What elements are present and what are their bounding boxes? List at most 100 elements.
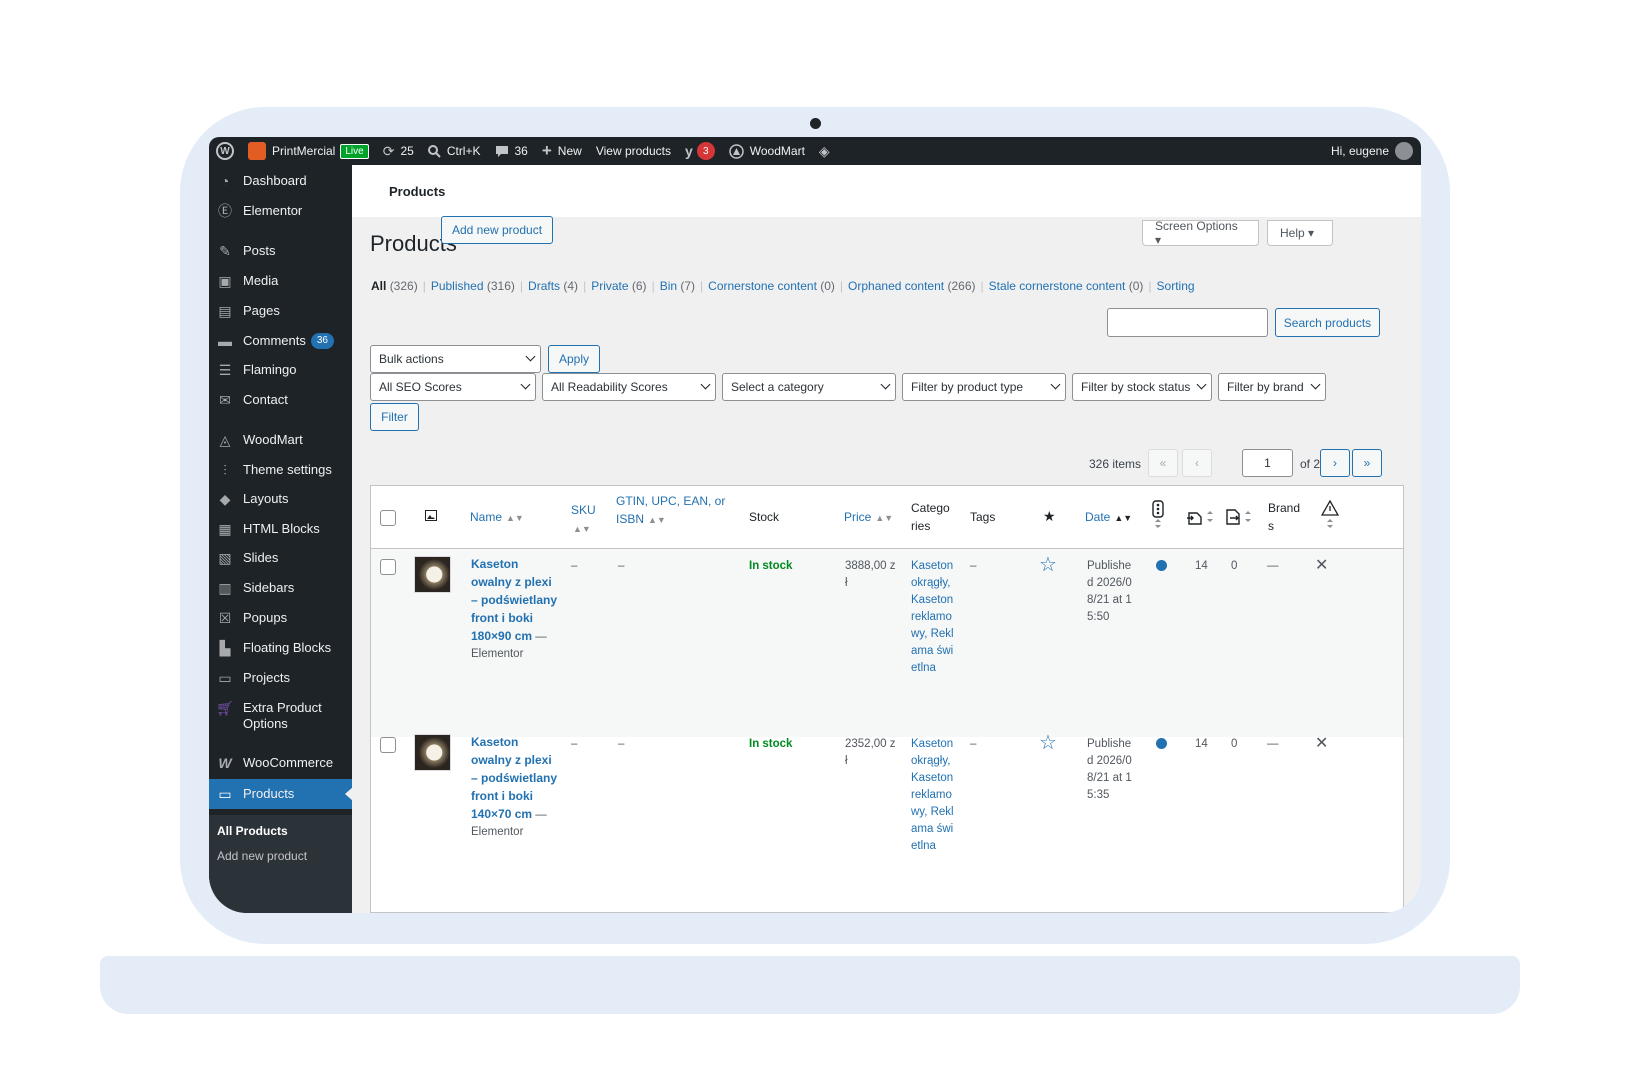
- sidebar-item-html-blocks[interactable]: ▦ HTML Blocks: [209, 521, 352, 537]
- site-name-menu[interactable]: PrintMercial Live: [241, 137, 376, 165]
- account-menu[interactable]: Hi, eugene: [1331, 137, 1413, 165]
- yoast-menu[interactable]: y 3: [678, 137, 722, 165]
- sidebar-item-elementor[interactable]: Ⓔ Elementor: [209, 203, 352, 219]
- product-thumbnail[interactable]: [414, 556, 451, 593]
- prev-page-button[interactable]: ‹: [1182, 449, 1212, 477]
- seo-score-dot: [1156, 738, 1167, 749]
- sidebar-item-label: Pages: [243, 303, 280, 318]
- sidebar-item-floating-blocks[interactable]: ▙ Floating Blocks: [209, 640, 352, 656]
- wp-logo-menu[interactable]: W: [209, 137, 241, 165]
- submenu-add-new-product[interactable]: Add new product: [217, 849, 307, 863]
- last-page-button[interactable]: »: [1352, 449, 1382, 477]
- sidebar-item-label: Elementor: [243, 203, 303, 218]
- sidebar-item-comments[interactable]: ▬ Comments 36: [209, 333, 352, 349]
- sidebar-item-contact[interactable]: ✉ Contact: [209, 392, 352, 408]
- seo-score-column-icon[interactable]: [1152, 500, 1164, 535]
- row-checkbox[interactable]: [380, 737, 396, 753]
- sidebar-item-label: Slides: [243, 550, 279, 565]
- outbound-links-column-icon[interactable]: [1224, 508, 1254, 531]
- warning-column-icon[interactable]: [1320, 499, 1340, 535]
- stock-status-filter[interactable]: Filter by stock status: [1072, 373, 1212, 401]
- comments-menu[interactable]: 36: [488, 137, 535, 165]
- search-input[interactable]: [1107, 308, 1268, 337]
- sidebar-item-posts[interactable]: ✎ Posts: [209, 243, 352, 259]
- screen-options-button[interactable]: Screen Options ▾: [1142, 219, 1259, 247]
- sidebar-item-theme-settings[interactable]: ⫶ Theme settings: [209, 462, 352, 478]
- column-date[interactable]: Date ▲▼: [1085, 508, 1132, 527]
- close-icon[interactable]: ✕: [1315, 733, 1328, 753]
- sidebar-item-label: HTML Blocks: [243, 521, 320, 536]
- updates-menu[interactable]: ⟳ 25: [376, 137, 421, 165]
- view-published[interactable]: Published: [431, 279, 484, 293]
- sidebar-item-layouts[interactable]: ◆ Layouts: [209, 491, 352, 507]
- pin-icon: ✎: [219, 243, 231, 259]
- column-sku[interactable]: SKU ▲▼: [571, 501, 597, 538]
- sidebar-item-media[interactable]: ▣ Media: [209, 273, 352, 289]
- sidebar-item-sidebars[interactable]: ▥ Sidebars: [209, 580, 352, 596]
- search-products-button[interactable]: Search products: [1275, 308, 1380, 337]
- filter-button[interactable]: Filter: [370, 403, 419, 431]
- add-new-product-button[interactable]: Add new product: [441, 216, 553, 244]
- view-orphaned[interactable]: Orphaned content: [848, 279, 944, 293]
- categories-cell[interactable]: Kaseton okrągły, Kaseton reklamowy, Rekl…: [911, 736, 955, 855]
- submenu-all-products[interactable]: All Products: [217, 824, 288, 838]
- sidebar-item-slides[interactable]: ▧ Slides: [209, 550, 352, 566]
- sidebar-item-flamingo[interactable]: ☰ Flamingo: [209, 362, 352, 378]
- select-all-checkbox[interactable]: [380, 510, 396, 526]
- view-bin[interactable]: Bin: [660, 279, 677, 293]
- view-cornerstone[interactable]: Cornerstone content: [708, 279, 817, 293]
- count: (266): [947, 279, 976, 293]
- floating-icon: ▙: [219, 640, 231, 656]
- seo-score-filter[interactable]: All SEO Scores: [370, 373, 536, 401]
- command-search[interactable]: Ctrl+K: [421, 137, 488, 165]
- sidebar-item-dashboard[interactable]: ◔ Dashboard: [209, 173, 352, 189]
- view-sorting[interactable]: Sorting: [1157, 279, 1195, 293]
- brand-filter[interactable]: Filter by brand: [1218, 373, 1326, 401]
- next-page-button[interactable]: ›: [1320, 449, 1350, 477]
- view-products-link[interactable]: View products: [589, 137, 678, 165]
- product-thumbnail[interactable]: [414, 734, 451, 771]
- help-button[interactable]: Help ▾: [1267, 220, 1333, 246]
- sidebar-item-products[interactable]: ▭ Products: [209, 779, 353, 809]
- column-price[interactable]: Price ▲▼: [844, 508, 893, 527]
- sidebar-item-pages[interactable]: ▤ Pages: [209, 303, 352, 319]
- chevron-down-icon: [880, 379, 891, 390]
- column-date-label: Date: [1085, 510, 1111, 524]
- featured-star-icon[interactable]: ☆: [1039, 552, 1057, 577]
- column-sku-label: SKU: [571, 503, 596, 517]
- woodmart-label: WoodMart: [749, 144, 805, 158]
- product-type-filter[interactable]: Filter by product type: [902, 373, 1066, 401]
- apply-button[interactable]: Apply: [548, 345, 600, 373]
- sidebar-item-extra-product-options[interactable]: 🛒︎ Extra Product Options: [209, 700, 352, 732]
- price-cell: 3888,00 zł: [845, 560, 896, 589]
- row-checkbox[interactable]: [380, 559, 396, 575]
- tags-cell: –: [970, 738, 977, 750]
- view-drafts[interactable]: Drafts: [528, 279, 560, 293]
- diamond-icon: ◈: [818, 142, 830, 159]
- bulk-actions-select[interactable]: Bulk actions: [370, 345, 541, 373]
- column-gtin[interactable]: GTIN, UPC, EAN, or ISBN ▲▼: [616, 492, 726, 529]
- media-icon: ▣: [218, 273, 232, 289]
- thumbnail-column-icon: [425, 508, 437, 526]
- featured-star-icon[interactable]: ☆: [1039, 730, 1057, 755]
- close-icon[interactable]: ✕: [1315, 555, 1328, 575]
- sort-icon: ▲▼: [1114, 513, 1133, 523]
- readability-filter[interactable]: All Readability Scores: [542, 373, 716, 401]
- diamond-menu[interactable]: ◈: [812, 137, 843, 165]
- column-name[interactable]: Name ▲▼: [470, 508, 524, 527]
- first-page-button[interactable]: «: [1148, 449, 1178, 477]
- sidebar-item-woocommerce[interactable]: W WooCommerce: [209, 755, 352, 771]
- woodmart-menu[interactable]: WoodMart: [722, 137, 812, 165]
- featured-star-icon[interactable]: ★: [1043, 507, 1056, 525]
- categories-cell[interactable]: Kaseton okrągły, Kaseton reklamowy, Rekl…: [911, 558, 955, 677]
- view-stale[interactable]: Stale cornerstone content: [989, 279, 1126, 293]
- inbound-links-column-icon[interactable]: [1186, 508, 1216, 531]
- current-page-input[interactable]: 1: [1242, 449, 1293, 477]
- category-filter[interactable]: Select a category: [722, 373, 896, 401]
- view-private[interactable]: Private: [591, 279, 628, 293]
- view-all[interactable]: All: [371, 279, 386, 293]
- sidebar-item-woodmart[interactable]: ◬ WoodMart: [209, 432, 352, 448]
- sidebar-item-popups[interactable]: ☒ Popups: [209, 610, 352, 626]
- new-content-menu[interactable]: + New: [535, 137, 589, 165]
- sidebar-item-projects[interactable]: ▭ Projects: [209, 670, 352, 686]
